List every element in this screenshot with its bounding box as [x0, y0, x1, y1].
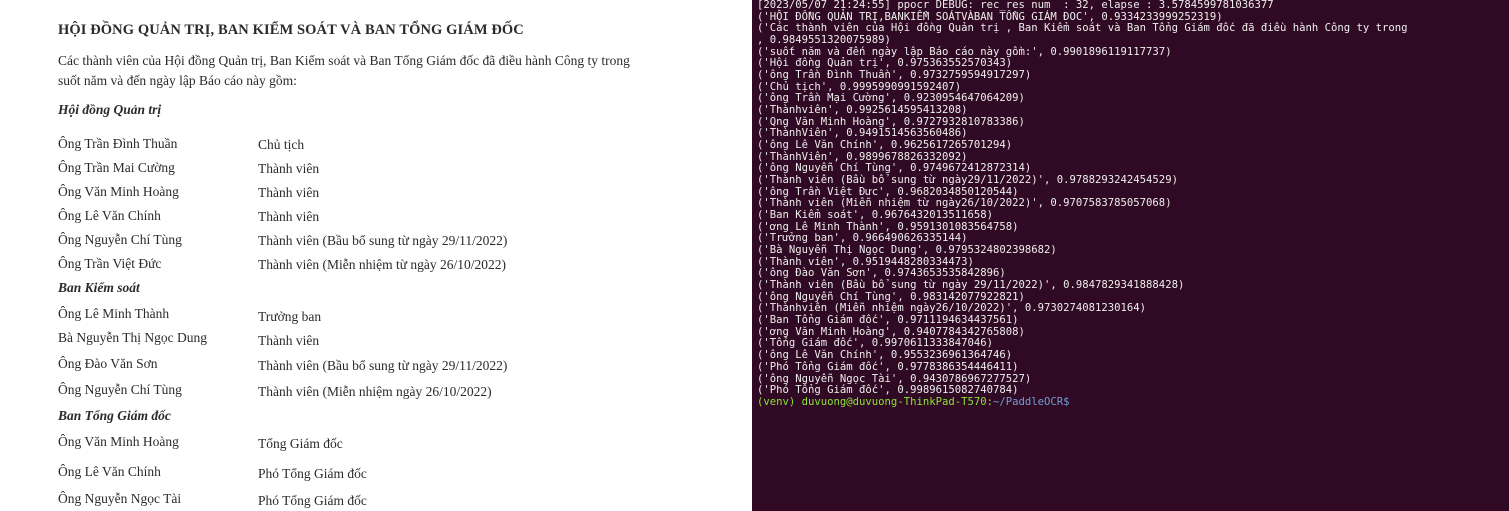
- member-role: Phó Tổng Giám đốc: [258, 466, 367, 481]
- document-image: HỘI ĐỒNG QUẢN TRỊ, BAN KIỂM SOÁT VÀ BAN …: [0, 0, 750, 511]
- intro-line-1: Các thành viên của Hội đồng Quản trị, Ba…: [58, 53, 630, 68]
- member-role: Thành viên (Miễn nhiệm ngày 26/10/2022): [258, 384, 492, 399]
- member-role: Thành viên: [258, 185, 320, 200]
- terminal-window[interactable]: [2023/05/07 21:24:55] ppocr DEBUG: rec_r…: [752, 0, 1509, 511]
- terminal-line: ('Phó Tổng Giám đốc', 0.9778386354446411…: [757, 360, 1019, 373]
- terminal-line: ('Ban Kiểm soát', 0.9676432013511658): [757, 209, 993, 222]
- member-role: Thành viên: [258, 209, 320, 224]
- member-role: Thành viên (Bầu bổ sung từ ngày 29/11/20…: [258, 233, 508, 248]
- terminal-line: [2023/05/07 21:24:55] ppocr DEBUG: rec_r…: [757, 0, 1274, 11]
- member-role: Thành viên (Miễn nhiệm từ ngày 26/10/202…: [258, 257, 507, 272]
- terminal-line: , 0.9849551320075989): [757, 34, 891, 47]
- member-role: Phó Tổng Giám đốc: [258, 493, 367, 508]
- member-role: Trưởng ban: [258, 309, 322, 324]
- member-role: Chủ tịch: [258, 137, 305, 152]
- terminal-prompt[interactable]: (venv) duvuong@duvuong-ThinkPad-T570:~/P…: [752, 395, 1509, 409]
- section-title-supervisory: Ban Kiểm soát: [58, 280, 140, 295]
- member-name: Ông Lê Minh Thành: [58, 306, 170, 321]
- member-role: Tổng Giám đốc: [258, 436, 343, 451]
- member-role: Thành viên: [258, 161, 320, 176]
- document-heading: HỘI ĐỒNG QUẢN TRỊ, BAN KIỂM SOÁT VÀ BAN …: [58, 22, 524, 38]
- member-name: Ông Nguyễn Chí Tùng: [58, 232, 182, 247]
- intro-line-2: suốt năm và đến ngày lập Báo cáo này gồm…: [58, 73, 297, 88]
- member-name: Ông Nguyễn Ngọc Tài: [58, 491, 182, 506]
- section-title-board: Hội đồng Quản trị: [58, 102, 162, 117]
- member-name: Ông Đào Văn Sơn: [58, 356, 158, 371]
- prompt-user: (venv) duvuong@duvuong-ThinkPad-T570:: [757, 395, 993, 408]
- terminal-line: ('Thànhviên', 0.9925614595413208): [757, 104, 968, 117]
- member-name: Ông Văn Minh Hoàng: [58, 434, 179, 449]
- terminal-output: [2023/05/07 21:24:55] ppocr DEBUG: rec_r…: [752, 0, 1509, 397]
- terminal-line: ('ông Lê Văn Chính', 0.9625617265701294): [757, 139, 1013, 152]
- member-name: Ông Lê Văn Chính: [58, 464, 161, 479]
- member-role: Thành viên: [258, 333, 320, 348]
- prompt-path: ~/PaddleOCR$: [993, 395, 1070, 408]
- terminal-line: ('ông Trần Đình Thuần', 0.97327595949172…: [757, 69, 1032, 82]
- member-name: Ông Trần Đình Thuần: [58, 136, 178, 151]
- section-title-management: Ban Tổng Giám đốc: [58, 408, 171, 423]
- member-name: Ông Văn Minh Hoàng: [58, 184, 179, 199]
- member-role: Thành viên (Bầu bổ sung từ ngày 29/11/20…: [258, 358, 508, 373]
- document-intro: Các thành viên của Hội đồng Quản trị, Ba…: [58, 51, 728, 91]
- member-name: Ông Nguyễn Chí Tùng: [58, 382, 182, 397]
- member-name: Ông Trần Việt Đức: [58, 256, 162, 271]
- member-name: Ông Lê Văn Chính: [58, 208, 161, 223]
- terminal-line: ('Thành viên (Bầu bổ sung từ ngày29/11/2…: [757, 174, 1178, 187]
- member-name: Ông Trần Mai Cường: [58, 160, 175, 175]
- member-name: Bà Nguyễn Thị Ngọc Dung: [58, 330, 207, 345]
